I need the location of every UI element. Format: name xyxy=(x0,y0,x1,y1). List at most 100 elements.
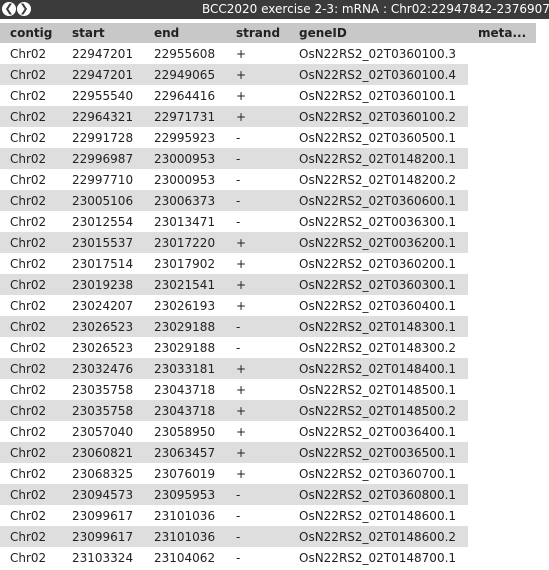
cell-geneid: OsN22RS2_02T0148500.2 xyxy=(299,404,457,418)
cell-end: 23029188 xyxy=(154,320,216,334)
cell-geneid: OsN22RS2_02T0360100.3 xyxy=(299,47,457,61)
column-header-geneid[interactable]: geneID xyxy=(299,26,347,40)
cell-start: 22947201 xyxy=(72,68,134,82)
cell-contig: Chr02 xyxy=(10,383,47,397)
cell-geneid: OsN22RS2_02T0148600.2 xyxy=(299,530,457,544)
cell-end: 23029188 xyxy=(154,341,216,355)
table-row[interactable]: Chr02 22947201 22955608 + OsN22RS2_02T036010… xyxy=(0,43,468,64)
cell-strand: + xyxy=(236,446,247,460)
cell-contig: Chr02 xyxy=(10,551,47,565)
table-row[interactable]: Chr02 22947201 22949065 + OsN22RS2_02T036010… xyxy=(0,64,468,85)
cell-end: 22964416 xyxy=(154,89,216,103)
cell-end: 23101036 xyxy=(154,509,216,523)
table-row[interactable]: Chr02 23035758 23043718 + OsN22RS2_02T014850… xyxy=(0,400,468,421)
cell-strand: - xyxy=(236,194,241,208)
cell-end: 23095953 xyxy=(154,488,216,502)
table-row[interactable]: Chr02 23026523 23029188 - OsN22RS2_02T014830… xyxy=(0,337,468,358)
cell-strand: + xyxy=(236,236,247,250)
cell-start: 23060821 xyxy=(72,446,134,460)
table-row[interactable]: Chr02 23024207 23026193 + OsN22RS2_02T036040… xyxy=(0,295,468,316)
cell-start: 22955540 xyxy=(72,89,134,103)
table-body: Chr02 22947201 22955608 + OsN22RS2_02T036010… xyxy=(0,43,549,568)
cell-contig: Chr02 xyxy=(10,299,47,313)
table-row[interactable]: Chr02 23099617 23101036 - OsN22RS2_02T014860… xyxy=(0,526,468,547)
cell-contig: Chr02 xyxy=(10,110,47,124)
table-row[interactable]: Chr02 23057040 23058950 + OsN22RS2_02T003640… xyxy=(0,421,468,442)
cell-start: 23035758 xyxy=(72,404,134,418)
cell-start: 23024207 xyxy=(72,299,134,313)
cell-contig: Chr02 xyxy=(10,467,47,481)
cell-geneid: OsN22RS2_02T0360800.1 xyxy=(299,488,457,502)
cell-strand: - xyxy=(236,530,241,544)
column-header-end[interactable]: end xyxy=(154,26,179,40)
cell-start: 22996987 xyxy=(72,152,134,166)
cell-end: 23017220 xyxy=(154,236,216,250)
cell-contig: Chr02 xyxy=(10,215,47,229)
cell-geneid: OsN22RS2_02T0148400.1 xyxy=(299,362,457,376)
cell-strand: + xyxy=(236,110,247,124)
cell-strand: + xyxy=(236,362,247,376)
cell-start: 23068325 xyxy=(72,467,134,481)
cell-end: 23000953 xyxy=(154,173,216,187)
cell-end: 23076019 xyxy=(154,467,216,481)
column-header-strand[interactable]: strand xyxy=(236,26,280,40)
cell-start: 23017514 xyxy=(72,257,134,271)
table-row[interactable]: Chr02 23005106 23006373 - OsN22RS2_02T036060… xyxy=(0,190,468,211)
column-header-start[interactable]: start xyxy=(72,26,105,40)
cell-contig: Chr02 xyxy=(10,446,47,460)
cell-geneid: OsN22RS2_02T0360100.4 xyxy=(299,68,457,82)
cell-geneid: OsN22RS2_02T0360300.1 xyxy=(299,278,457,292)
cell-strand: - xyxy=(236,152,241,166)
cell-contig: Chr02 xyxy=(10,47,47,61)
cell-contig: Chr02 xyxy=(10,341,47,355)
table-row[interactable]: Chr02 22991728 22995923 - OsN22RS2_02T036050… xyxy=(0,127,468,148)
mrna-table: contig start end strand geneID meta... C… xyxy=(0,23,549,568)
cell-strand: - xyxy=(236,173,241,187)
table-row[interactable]: Chr02 23015537 23017220 + OsN22RS2_02T003620… xyxy=(0,232,468,253)
cell-start: 22947201 xyxy=(72,47,134,61)
cell-contig: Chr02 xyxy=(10,509,47,523)
table-header: contig start end strand geneID meta... xyxy=(0,23,536,43)
cell-strand: - xyxy=(236,509,241,523)
cell-geneid: OsN22RS2_02T0148300.1 xyxy=(299,320,457,334)
table-row[interactable]: Chr02 23012554 23013471 - OsN22RS2_02T003630… xyxy=(0,211,468,232)
cell-geneid: OsN22RS2_02T0360600.1 xyxy=(299,194,457,208)
cell-strand: + xyxy=(236,425,247,439)
table-row[interactable]: Chr02 22964321 22971731 + OsN22RS2_02T036010… xyxy=(0,106,468,127)
cell-geneid: OsN22RS2_02T0148200.1 xyxy=(299,152,457,166)
cell-start: 23035758 xyxy=(72,383,134,397)
table-row[interactable]: Chr02 23060821 23063457 + OsN22RS2_02T003650… xyxy=(0,442,468,463)
cell-geneid: OsN22RS2_02T0036200.1 xyxy=(299,236,457,250)
table-row[interactable]: Chr02 23032476 23033181 + OsN22RS2_02T014840… xyxy=(0,358,468,379)
cell-strand: - xyxy=(236,215,241,229)
cell-geneid: OsN22RS2_02T0036300.1 xyxy=(299,215,457,229)
cell-geneid: OsN22RS2_02T0148300.2 xyxy=(299,341,457,355)
cell-end: 23006373 xyxy=(154,194,216,208)
cell-end: 23000953 xyxy=(154,152,216,166)
cell-start: 23103324 xyxy=(72,551,134,565)
cell-start: 22997710 xyxy=(72,173,134,187)
cell-geneid: OsN22RS2_02T0360100.1 xyxy=(299,89,457,103)
table-row[interactable]: Chr02 23094573 23095953 - OsN22RS2_02T036080… xyxy=(0,484,468,505)
table-row[interactable]: Chr02 23026523 23029188 - OsN22RS2_02T014830… xyxy=(0,316,468,337)
cell-strand: - xyxy=(236,320,241,334)
cell-contig: Chr02 xyxy=(10,68,47,82)
table-row[interactable]: Chr02 23068325 23076019 + OsN22RS2_02T036070… xyxy=(0,463,468,484)
table-row[interactable]: Chr02 22955540 22964416 + OsN22RS2_02T036010… xyxy=(0,85,468,106)
table-row[interactable]: Chr02 23099617 23101036 - OsN22RS2_02T014860… xyxy=(0,505,468,526)
table-row[interactable]: Chr02 23103324 23104062 - OsN22RS2_02T014870… xyxy=(0,547,468,568)
table-row[interactable]: Chr02 22996987 23000953 - OsN22RS2_02T014820… xyxy=(0,148,468,169)
table-row[interactable]: Chr02 23019238 23021541 + OsN22RS2_02T036030… xyxy=(0,274,468,295)
cell-strand: - xyxy=(236,341,241,355)
table-row[interactable]: Chr02 23017514 23017902 + OsN22RS2_02T036020… xyxy=(0,253,468,274)
cell-start: 23019238 xyxy=(72,278,134,292)
cell-contig: Chr02 xyxy=(10,425,47,439)
cell-strand: + xyxy=(236,68,247,82)
column-header-meta[interactable]: meta... xyxy=(478,26,526,40)
table-row[interactable]: Chr02 23035758 23043718 + OsN22RS2_02T014850… xyxy=(0,379,468,400)
cell-strand: + xyxy=(236,467,247,481)
table-row[interactable]: Chr02 22997710 23000953 - OsN22RS2_02T014820… xyxy=(0,169,468,190)
back-arrow-icon[interactable]: ❮ xyxy=(2,2,16,16)
column-header-contig[interactable]: contig xyxy=(10,26,52,40)
forward-arrow-icon[interactable]: ❯ xyxy=(17,2,31,16)
